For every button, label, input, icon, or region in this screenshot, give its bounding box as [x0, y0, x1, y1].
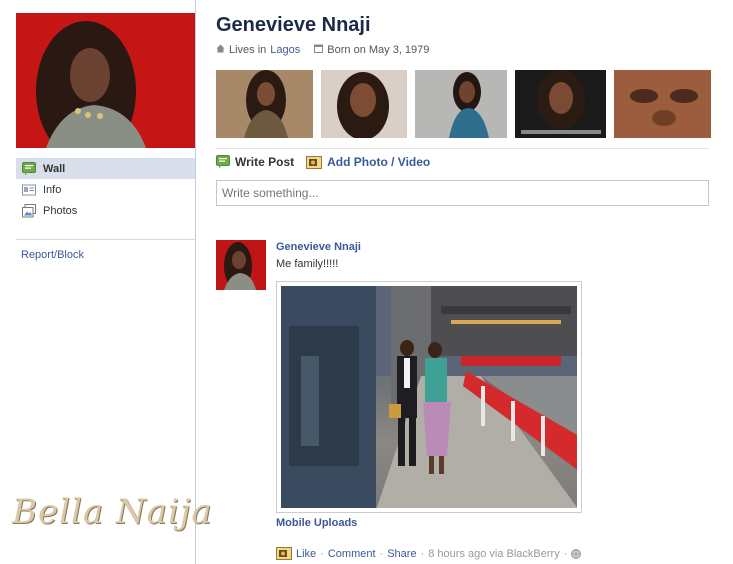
- info-icon: [22, 183, 36, 197]
- like-link[interactable]: Like: [296, 548, 316, 560]
- photos-icon: [22, 203, 36, 218]
- write-something-input[interactable]: [216, 180, 709, 206]
- write-post-label: Write Post: [235, 155, 295, 169]
- sidebar-item-label: Info: [43, 183, 62, 196]
- post-actions: Like · Comment · Share · 8 hours ago via…: [276, 547, 582, 560]
- sidebar-item-label: Wall: [43, 162, 66, 175]
- profile-info: Lives in Lagos Born on May 3, 1979: [216, 44, 429, 56]
- watermark-logo: Bella Naija: [12, 492, 213, 532]
- post-photo[interactable]: [276, 281, 582, 513]
- sidebar-item-photos[interactable]: Photos: [16, 200, 195, 221]
- wall-icon: [22, 161, 36, 176]
- birthday-text: Born on May 3, 1979: [327, 44, 430, 56]
- calendar-icon: [314, 44, 324, 56]
- separator: ·: [420, 547, 425, 560]
- photo-thumbnail[interactable]: [614, 70, 711, 138]
- add-photo-tab[interactable]: Add Photo / Video: [306, 155, 430, 169]
- header-divider: [216, 148, 709, 149]
- post-author-name[interactable]: Genevieve Nnaji: [276, 241, 361, 253]
- write-post-icon: [216, 155, 230, 169]
- album-link[interactable]: Mobile Uploads: [276, 517, 357, 529]
- profile-picture[interactable]: [16, 13, 196, 148]
- photo-thumbnail[interactable]: [216, 70, 313, 138]
- photo-strip: [216, 70, 711, 138]
- page-title: Genevieve Nnaji: [216, 14, 371, 36]
- add-photo-label: Add Photo / Video: [327, 155, 431, 169]
- globe-icon[interactable]: [571, 548, 582, 559]
- photo-thumbnail[interactable]: [515, 70, 606, 138]
- photo-thumbnail[interactable]: [415, 70, 507, 138]
- separator: ·: [379, 547, 384, 560]
- report-block-link[interactable]: Report/Block: [21, 249, 84, 261]
- photo-thumbnail[interactable]: [321, 70, 407, 138]
- share-link[interactable]: Share: [387, 548, 416, 560]
- sidebar-nav: Wall Info Photos: [16, 158, 195, 221]
- post-timestamp: 8 hours ago via BlackBerry: [428, 547, 560, 560]
- sidebar-item-wall[interactable]: Wall: [16, 158, 195, 179]
- write-post-tab[interactable]: Write Post: [216, 155, 294, 169]
- composer-tabs: Write Post Add Photo / Video: [216, 155, 442, 169]
- sidebar-item-info[interactable]: Info: [16, 179, 195, 200]
- post-author-avatar[interactable]: [216, 240, 266, 290]
- add-photo-icon: [306, 155, 323, 169]
- sidebar-item-label: Photos: [43, 204, 78, 217]
- lives-in-text: Lives in: [229, 44, 267, 56]
- house-icon: [216, 44, 225, 56]
- separator: ·: [563, 547, 568, 560]
- comment-link[interactable]: Comment: [328, 548, 376, 560]
- like-icon: [276, 547, 292, 560]
- separator: ·: [320, 547, 324, 560]
- post-message: Me family!!!!!: [276, 258, 339, 270]
- sidebar-border: [195, 0, 196, 564]
- sidebar-divider: [16, 239, 195, 240]
- city-link[interactable]: Lagos: [270, 44, 300, 56]
